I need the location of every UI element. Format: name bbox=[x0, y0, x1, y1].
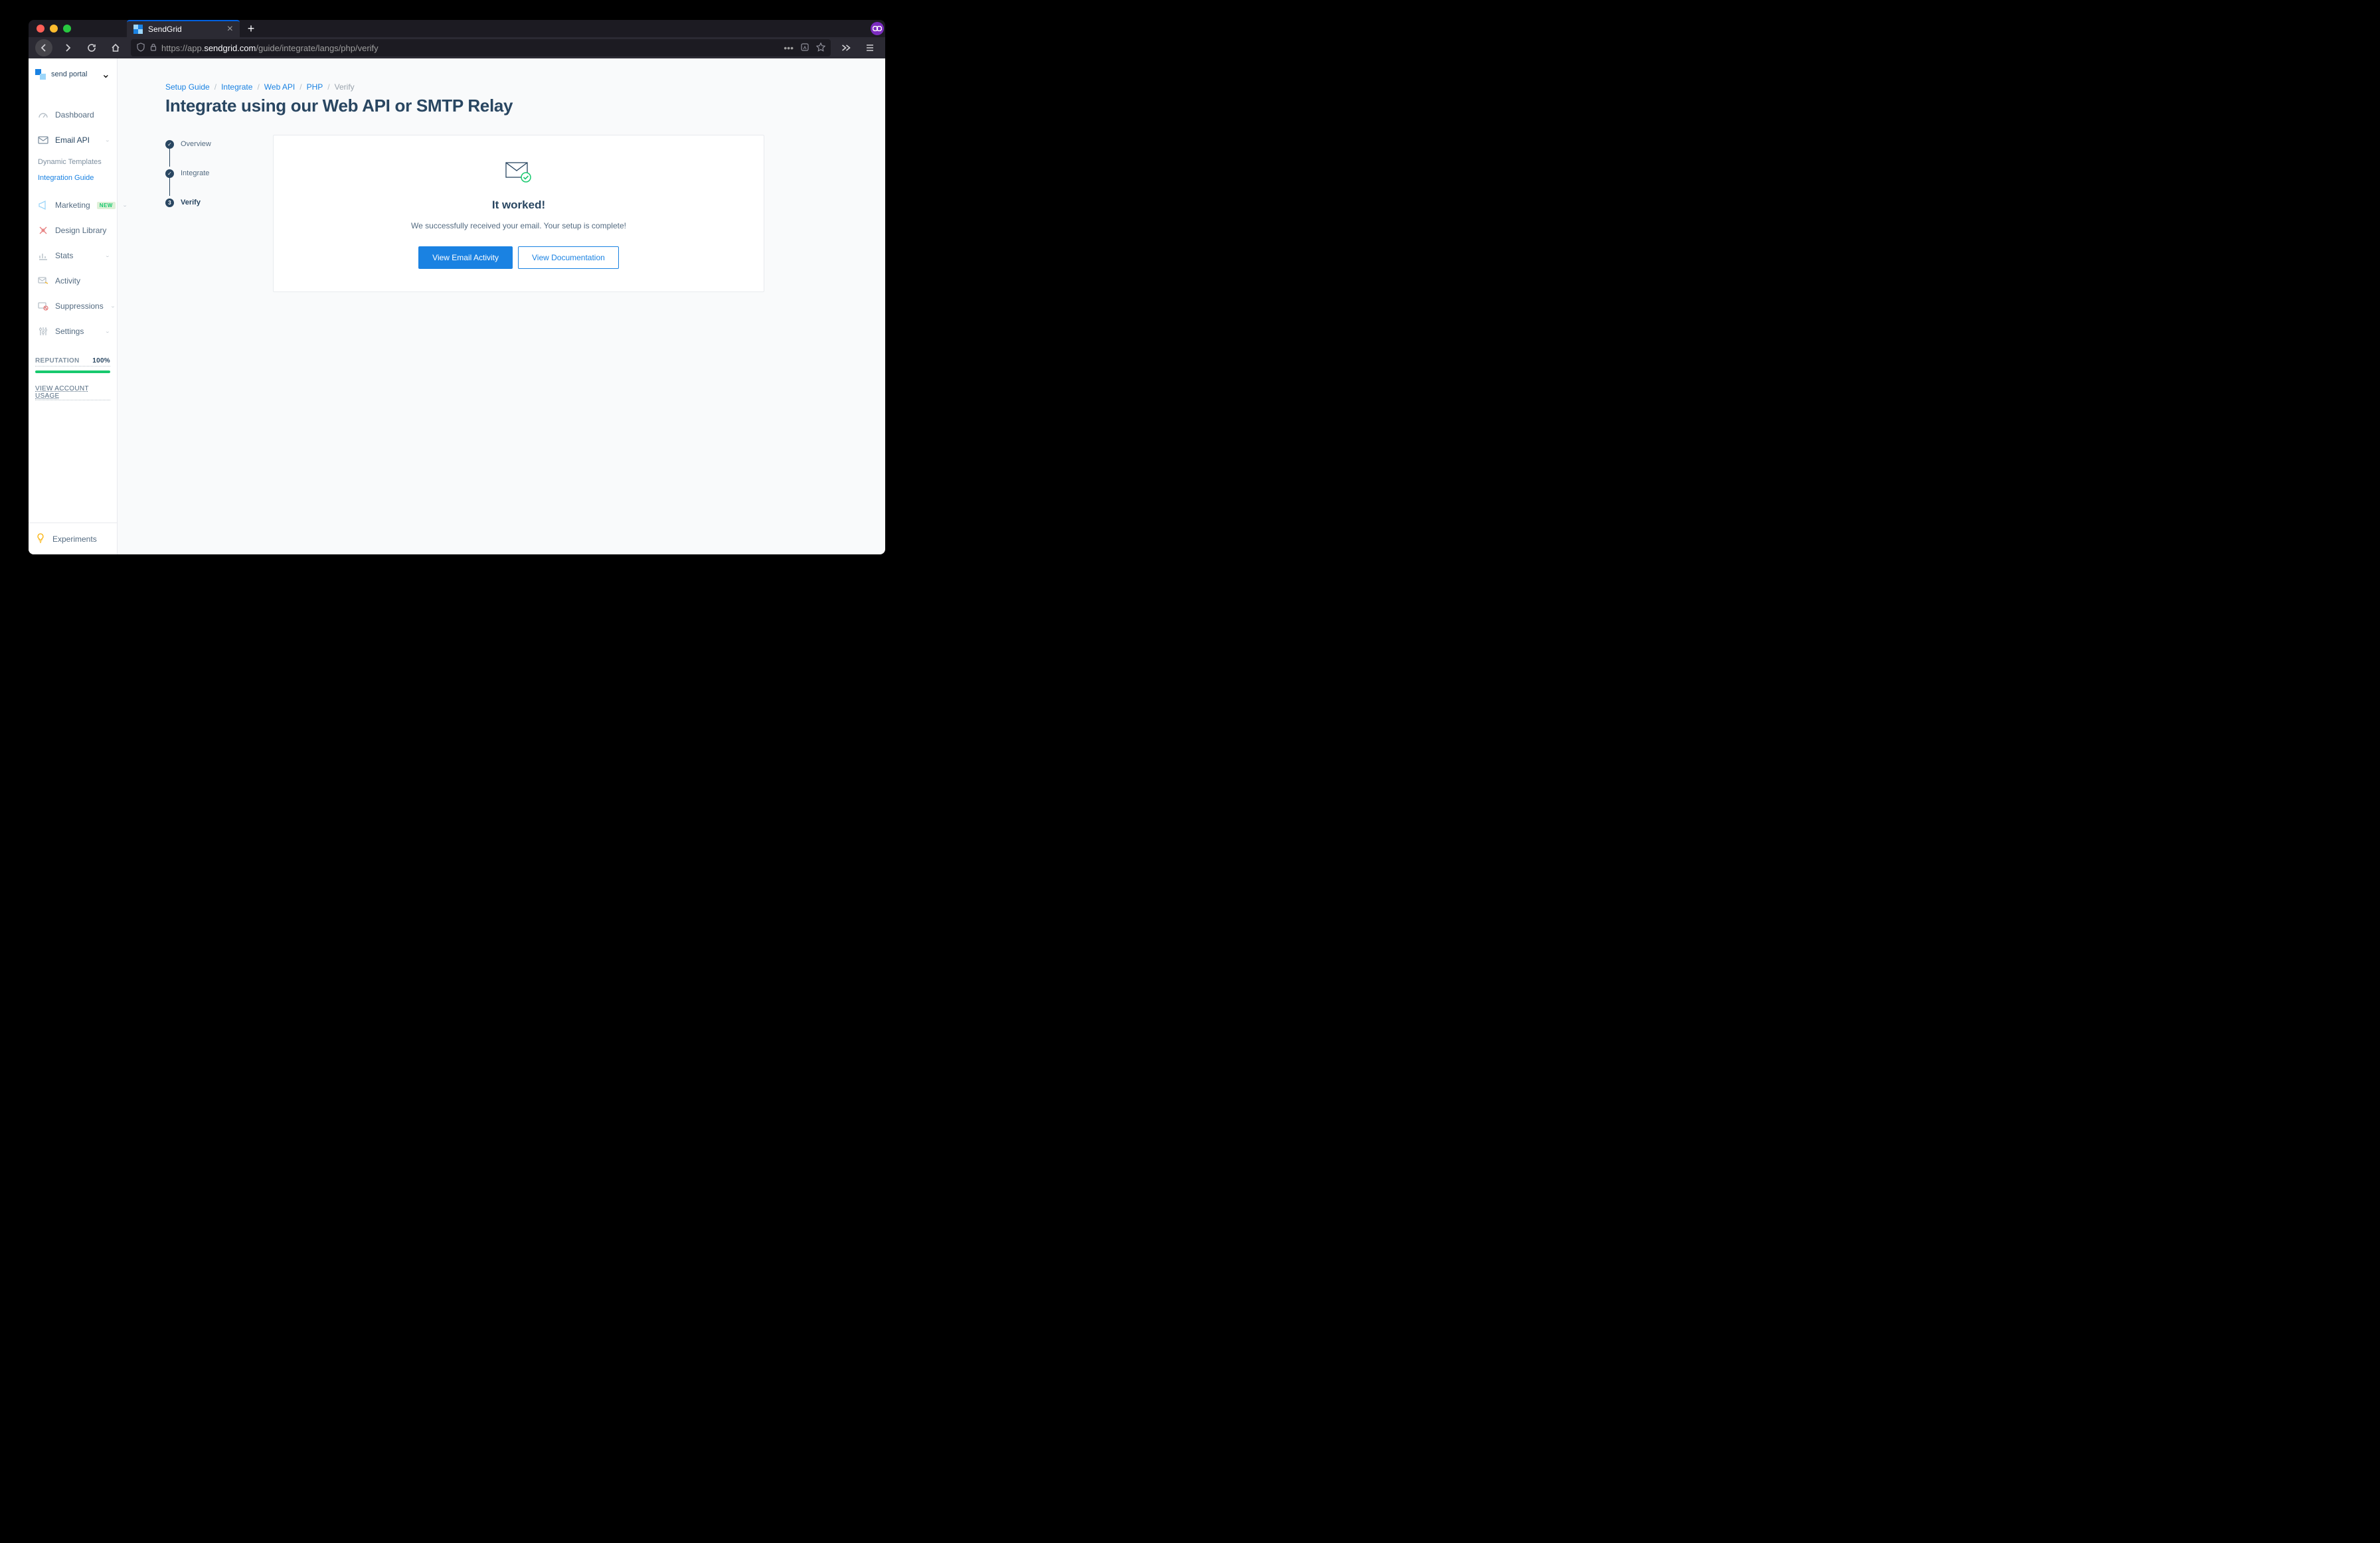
url-bar[interactable]: https://app.sendgrid.com/guide/integrate… bbox=[131, 39, 831, 56]
account-name: send portal bbox=[51, 70, 96, 78]
megaphone-icon bbox=[38, 200, 48, 210]
lightbulb-icon bbox=[35, 532, 46, 545]
content-row: ✓ Overview ✓ Integrate 3 Verify bbox=[165, 135, 853, 292]
suppressions-icon bbox=[38, 301, 48, 311]
url-text: https://app.sendgrid.com/guide/integrate… bbox=[161, 43, 780, 53]
view-documentation-button[interactable]: View Documentation bbox=[518, 246, 619, 269]
result-card: It worked! We successfully received your… bbox=[273, 135, 764, 292]
nav-label: Design Library bbox=[55, 226, 110, 235]
app-root: send portal ⌄ Dashboard Email API ⌄ Dyna… bbox=[29, 58, 885, 554]
breadcrumb: Setup Guide/ Integrate/ Web API/ PHP/ Ve… bbox=[165, 82, 853, 92]
home-button[interactable] bbox=[107, 39, 124, 56]
step-list: ✓ Overview ✓ Integrate 3 Verify bbox=[165, 135, 252, 209]
extension-icon[interactable] bbox=[871, 22, 884, 35]
view-email-activity-button[interactable]: View Email Activity bbox=[418, 246, 513, 269]
overflow-button[interactable] bbox=[837, 39, 855, 56]
nav-dashboard[interactable]: Dashboard bbox=[29, 102, 117, 127]
account-logo bbox=[35, 69, 46, 80]
tab-title: SendGrid bbox=[148, 25, 222, 34]
crumb-current: Verify bbox=[335, 82, 355, 92]
email-code-icon bbox=[38, 135, 48, 145]
sliders-icon bbox=[38, 326, 48, 337]
step-label: Verify bbox=[181, 199, 201, 206]
check-icon: ✓ bbox=[165, 140, 174, 149]
chevron-down-icon: ⌄ bbox=[105, 254, 110, 258]
close-tab-icon[interactable]: × bbox=[227, 24, 233, 35]
chevron-down-icon: ⌄ bbox=[122, 203, 128, 208]
view-account-usage-link[interactable]: VIEW ACCOUNT USAGE bbox=[35, 385, 110, 400]
browser-toolbar: https://app.sendgrid.com/guide/integrate… bbox=[29, 37, 885, 58]
reputation-value: 100% bbox=[92, 357, 110, 365]
back-button[interactable] bbox=[35, 39, 52, 56]
browser-window: SendGrid × + https://app.sendgrid.com/gu… bbox=[29, 20, 885, 554]
nav-dynamic-templates[interactable]: Dynamic Templates bbox=[38, 154, 117, 170]
card-desc: We successfully received your email. You… bbox=[411, 221, 626, 230]
nav-label: Email API bbox=[55, 135, 98, 145]
reputation-label: REPUTATION bbox=[35, 357, 80, 365]
nav-email-api[interactable]: Email API ⌄ bbox=[29, 127, 117, 153]
sidebar-nav: Dashboard Email API ⌄ Dynamic Templates … bbox=[29, 90, 117, 344]
new-badge: NEW bbox=[97, 202, 116, 209]
reputation-widget: REPUTATION 100% bbox=[29, 357, 117, 373]
nav-stats[interactable]: Stats ⌄ bbox=[29, 243, 117, 268]
gauge-icon bbox=[38, 110, 48, 120]
nav-design-library[interactable]: Design Library bbox=[29, 218, 117, 243]
reload-button[interactable] bbox=[83, 39, 100, 56]
nav-marketing[interactable]: Marketing NEW ⌄ bbox=[29, 193, 117, 218]
nav-label: Marketing bbox=[55, 201, 90, 210]
bookmark-icon[interactable] bbox=[816, 42, 825, 54]
design-icon bbox=[38, 225, 48, 236]
crumb-setup-guide[interactable]: Setup Guide bbox=[165, 82, 210, 92]
crumb-web-api[interactable]: Web API bbox=[264, 82, 295, 92]
card-heading: It worked! bbox=[492, 199, 545, 212]
step-label: Integrate bbox=[181, 169, 209, 177]
main-content: Setup Guide/ Integrate/ Web API/ PHP/ Ve… bbox=[118, 58, 885, 554]
experiments-label: Experiments bbox=[52, 534, 97, 544]
step-integrate: ✓ Integrate bbox=[165, 167, 252, 180]
crumb-integrate[interactable]: Integrate bbox=[221, 82, 252, 92]
nav-integration-guide[interactable]: Integration Guide bbox=[38, 170, 117, 186]
page-title: Integrate using our Web API or SMTP Rela… bbox=[165, 96, 853, 116]
new-tab-button[interactable]: + bbox=[242, 20, 260, 37]
email-api-submenu: Dynamic Templates Integration Guide bbox=[29, 153, 117, 193]
tab-strip: SendGrid × + bbox=[29, 20, 885, 37]
sidebar: send portal ⌄ Dashboard Email API ⌄ Dyna… bbox=[29, 58, 118, 554]
check-icon: ✓ bbox=[165, 169, 174, 178]
page-actions-icon[interactable]: ••• bbox=[784, 42, 794, 54]
sendgrid-favicon bbox=[133, 25, 143, 34]
reader-icon[interactable] bbox=[800, 42, 809, 54]
chevron-down-icon: ⌄ bbox=[110, 304, 116, 309]
chevron-down-icon: ⌄ bbox=[105, 329, 110, 334]
step-number: 3 bbox=[165, 199, 174, 207]
chart-icon bbox=[38, 250, 48, 261]
nav-label: Stats bbox=[55, 251, 98, 260]
nav-experiments[interactable]: Experiments bbox=[29, 523, 117, 554]
envelope-check-icon bbox=[505, 162, 532, 187]
nav-label: Dashboard bbox=[55, 110, 110, 120]
chevron-down-icon: ⌄ bbox=[102, 68, 110, 81]
account-switcher[interactable]: send portal ⌄ bbox=[29, 58, 117, 90]
menu-button[interactable] bbox=[861, 39, 879, 56]
reputation-bar bbox=[35, 370, 110, 373]
card-buttons: View Email Activity View Documentation bbox=[418, 246, 619, 269]
step-overview: ✓ Overview bbox=[165, 137, 252, 151]
nav-settings[interactable]: Settings ⌄ bbox=[29, 319, 117, 344]
nav-activity[interactable]: Activity bbox=[29, 268, 117, 293]
nav-suppressions[interactable]: Suppressions ⌄ bbox=[29, 293, 117, 319]
nav-label: Settings bbox=[55, 327, 98, 336]
nav-label: Activity bbox=[55, 276, 110, 285]
crumb-php[interactable]: PHP bbox=[307, 82, 323, 92]
chevron-down-icon: ⌄ bbox=[105, 138, 110, 143]
forward-button[interactable] bbox=[59, 39, 76, 56]
step-verify: 3 Verify bbox=[165, 196, 252, 209]
nav-label: Suppressions bbox=[55, 301, 104, 311]
activity-icon bbox=[38, 276, 48, 286]
lock-icon[interactable] bbox=[149, 43, 157, 53]
tab-sendgrid[interactable]: SendGrid × bbox=[127, 20, 240, 37]
step-label: Overview bbox=[181, 140, 211, 148]
shield-icon[interactable] bbox=[136, 42, 145, 54]
